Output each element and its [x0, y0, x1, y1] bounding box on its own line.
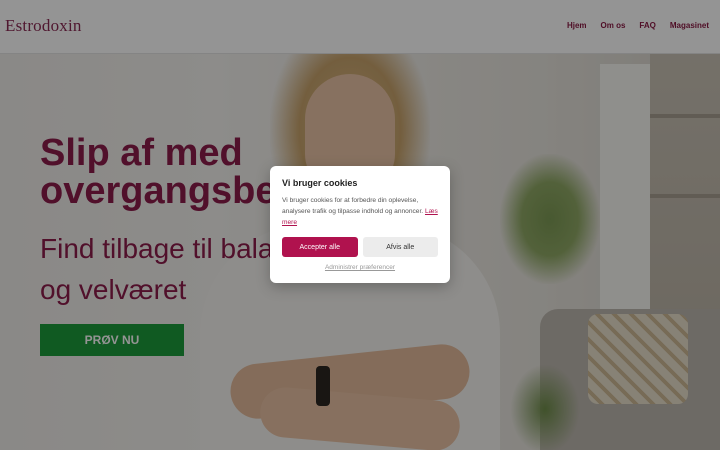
cookie-dialog-title: Vi bruger cookies: [282, 178, 358, 188]
manage-preferences-link[interactable]: Administrer præferencer: [282, 264, 438, 271]
accept-all-button[interactable]: Accepter alle: [282, 237, 358, 257]
reject-all-button[interactable]: Afvis alle: [362, 237, 438, 257]
cookie-consent-dialog: Vi bruger cookies Vi bruger cookies for …: [270, 166, 450, 283]
cookie-dialog-description: Vi bruger cookies for at forbedre din op…: [282, 197, 424, 215]
cookie-dialog-buttons: Accepter alle Afvis alle: [282, 237, 438, 257]
cookie-dialog-text: Vi bruger cookies for at forbedre din op…: [282, 195, 438, 228]
